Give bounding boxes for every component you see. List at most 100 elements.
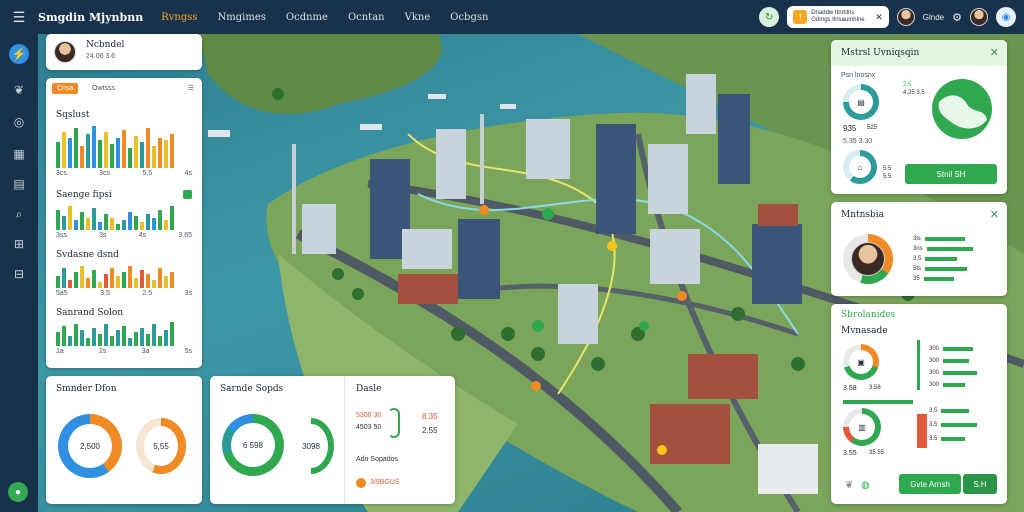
side-title: Dasle bbox=[356, 384, 382, 394]
donut-chart-b: 5,55 bbox=[136, 418, 186, 474]
row1-title: Psn lnosnx bbox=[841, 72, 876, 79]
close-icon[interactable]: ✕ bbox=[875, 12, 883, 23]
chart-icon: ▤ bbox=[849, 90, 873, 114]
right-card-1-title: Mstrsl Uvniqsqin bbox=[841, 48, 920, 58]
mini-donut-4: ▥ bbox=[843, 408, 881, 446]
white-house bbox=[758, 444, 818, 494]
leaf-icon[interactable]: ❦ bbox=[845, 480, 853, 491]
status-icon[interactable]: ● bbox=[8, 482, 28, 502]
vbar-a bbox=[917, 340, 920, 390]
tab-active[interactable]: Cnsa bbox=[52, 83, 79, 94]
nav-item-1[interactable]: Rvngss bbox=[161, 12, 197, 23]
section-2-bars bbox=[56, 204, 174, 230]
side-row-2: 4503 50 bbox=[356, 424, 382, 431]
warning-icon: ! bbox=[793, 10, 808, 24]
close-icon[interactable]: ✕ bbox=[990, 46, 999, 59]
check-icon[interactable] bbox=[183, 190, 192, 199]
globe-icon[interactable]: ◍ bbox=[861, 480, 870, 491]
secondary-avatar[interactable] bbox=[970, 8, 988, 26]
profile-avatar bbox=[54, 41, 76, 63]
values-b-1: 3.55 bbox=[843, 450, 857, 457]
chrome-icon[interactable]: ◉ bbox=[996, 7, 1016, 27]
axis-label: 4s bbox=[138, 232, 147, 239]
hbar-row-3: 3.5 bbox=[913, 256, 958, 262]
nav-item-3[interactable]: Ocdnme bbox=[286, 12, 328, 23]
bar-chart-icon: ▥ bbox=[849, 414, 875, 440]
values-b-2: 35.55 bbox=[869, 450, 885, 456]
calendar-icon[interactable]: ▦ bbox=[9, 144, 29, 164]
secondary-button-2[interactable]: S.H bbox=[963, 474, 997, 494]
settings-icon[interactable]: ⚙ bbox=[952, 11, 962, 24]
section-1-bars bbox=[56, 124, 174, 168]
mini-donut-1: ▤ bbox=[843, 84, 879, 120]
tab-other[interactable]: Owtsss bbox=[92, 85, 115, 92]
row2-value-2: 5.5 bbox=[883, 174, 892, 180]
right-card-2: Mntnsbia ✕ 3ls 3ns 3.5 5ts 35 bbox=[831, 202, 1007, 296]
nav-item-6[interactable]: Ocbgsn bbox=[450, 12, 488, 23]
mini-gauge bbox=[388, 408, 400, 438]
grid-icon[interactable]: ⊞ bbox=[9, 234, 29, 254]
footer-link[interactable]: 3/9BGUS bbox=[370, 479, 400, 486]
axis-label: 3cs bbox=[56, 170, 67, 177]
nav-item-2[interactable]: Nmgimes bbox=[218, 12, 266, 23]
axis-label: 5a5 bbox=[56, 290, 68, 297]
axis-label: 3ss bbox=[56, 232, 67, 239]
section-3-axis: 5a5 3.5 2.5 3s bbox=[56, 290, 192, 297]
left-icon-rail: ⚡ ❦ ◎ ▦ ▤ ⌕ ⊞ ⊟ ● bbox=[0, 34, 38, 512]
row1-small-2: 4.25 3.5 bbox=[903, 90, 925, 96]
nav-item-5[interactable]: Vkne bbox=[405, 12, 431, 23]
close-icon[interactable]: ✕ bbox=[990, 208, 999, 221]
donut-a-value: 2,500 bbox=[68, 424, 112, 468]
axis-label: 3cs bbox=[99, 170, 111, 177]
target-icon[interactable]: ◎ bbox=[9, 112, 29, 132]
row2-small: 5.35 3.30 bbox=[843, 138, 873, 145]
menu-dots-icon[interactable]: ☰ bbox=[188, 84, 194, 92]
search-icon[interactable]: ⌕ bbox=[9, 204, 29, 224]
notification-banner[interactable]: ! Dnaddw ttnmlns Gdmgs tlnsaumhlne ✕ bbox=[787, 6, 889, 28]
bolt-icon[interactable]: ⚡ bbox=[9, 44, 29, 64]
building-h bbox=[402, 229, 452, 269]
section-1-axis: 3cs 3cs 5.5 4s bbox=[56, 170, 192, 177]
hbar-row-5: 35 bbox=[913, 276, 954, 282]
row-4: 300 bbox=[929, 382, 966, 388]
top-right-controls: ↻ ! Dnaddw ttnmlns Gdmgs tlnsaumhlne ✕ G… bbox=[759, 0, 1024, 34]
tower-d bbox=[718, 94, 750, 184]
row2-value-1: 5.5 bbox=[883, 166, 892, 172]
user-avatar[interactable] bbox=[896, 8, 915, 26]
profile-card[interactable]: Ncbndel 24.06 3 6 bbox=[46, 34, 202, 70]
radio-tower-b bbox=[480, 114, 484, 204]
tower-e bbox=[752, 224, 802, 304]
row-6: 3.5 bbox=[929, 422, 978, 428]
section-4-bars bbox=[56, 322, 174, 346]
divider-bar bbox=[843, 400, 913, 404]
profile-meta: 24.06 3 6 bbox=[86, 53, 116, 60]
left-stats-panel: Cnsa Owtsss ☰ Sqslust 3cs 3cs 5.5 4s Sae… bbox=[46, 78, 202, 368]
axis-label: 5s bbox=[184, 348, 192, 355]
refresh-icon[interactable]: ↻ bbox=[759, 7, 780, 27]
document-icon[interactable]: ▤ bbox=[9, 174, 29, 194]
primary-button-2[interactable]: Gvte Arnsh bbox=[899, 474, 961, 494]
row1-value-2: 525 bbox=[867, 125, 878, 131]
row-7: 3.5 bbox=[929, 436, 966, 442]
building-f bbox=[686, 74, 716, 134]
primary-button-1[interactable]: Stnil SH bbox=[905, 164, 997, 184]
profile-gauge bbox=[843, 234, 893, 284]
leaf-icon[interactable]: ❦ bbox=[9, 80, 29, 100]
right-card-3-title: Sbrolanides bbox=[841, 310, 896, 320]
right-card-2-title: Mntnsbia bbox=[841, 210, 885, 220]
nav-item-4[interactable]: Ocntan bbox=[348, 12, 385, 23]
axis-label: 4s bbox=[184, 170, 192, 177]
side-row-1: 5300 30 bbox=[356, 412, 382, 419]
axis-label: 1a bbox=[56, 348, 64, 355]
tower-c bbox=[596, 124, 636, 234]
right-card-3-subtitle: Mvnasade bbox=[841, 326, 888, 336]
folder-icon[interactable]: ⊟ bbox=[9, 264, 29, 284]
hbar-row-4: 5ts bbox=[913, 266, 968, 272]
side-value-1: 8.35 bbox=[422, 412, 438, 421]
building-a bbox=[436, 129, 466, 199]
world-map-icon bbox=[932, 79, 992, 139]
menu-icon[interactable]: ☰ bbox=[0, 0, 38, 34]
profile-photo bbox=[851, 242, 885, 276]
section-2-axis: 3ss 3s 4s 3.65 bbox=[56, 232, 192, 239]
app-title: Smgdin Mjynbnn bbox=[38, 10, 144, 24]
